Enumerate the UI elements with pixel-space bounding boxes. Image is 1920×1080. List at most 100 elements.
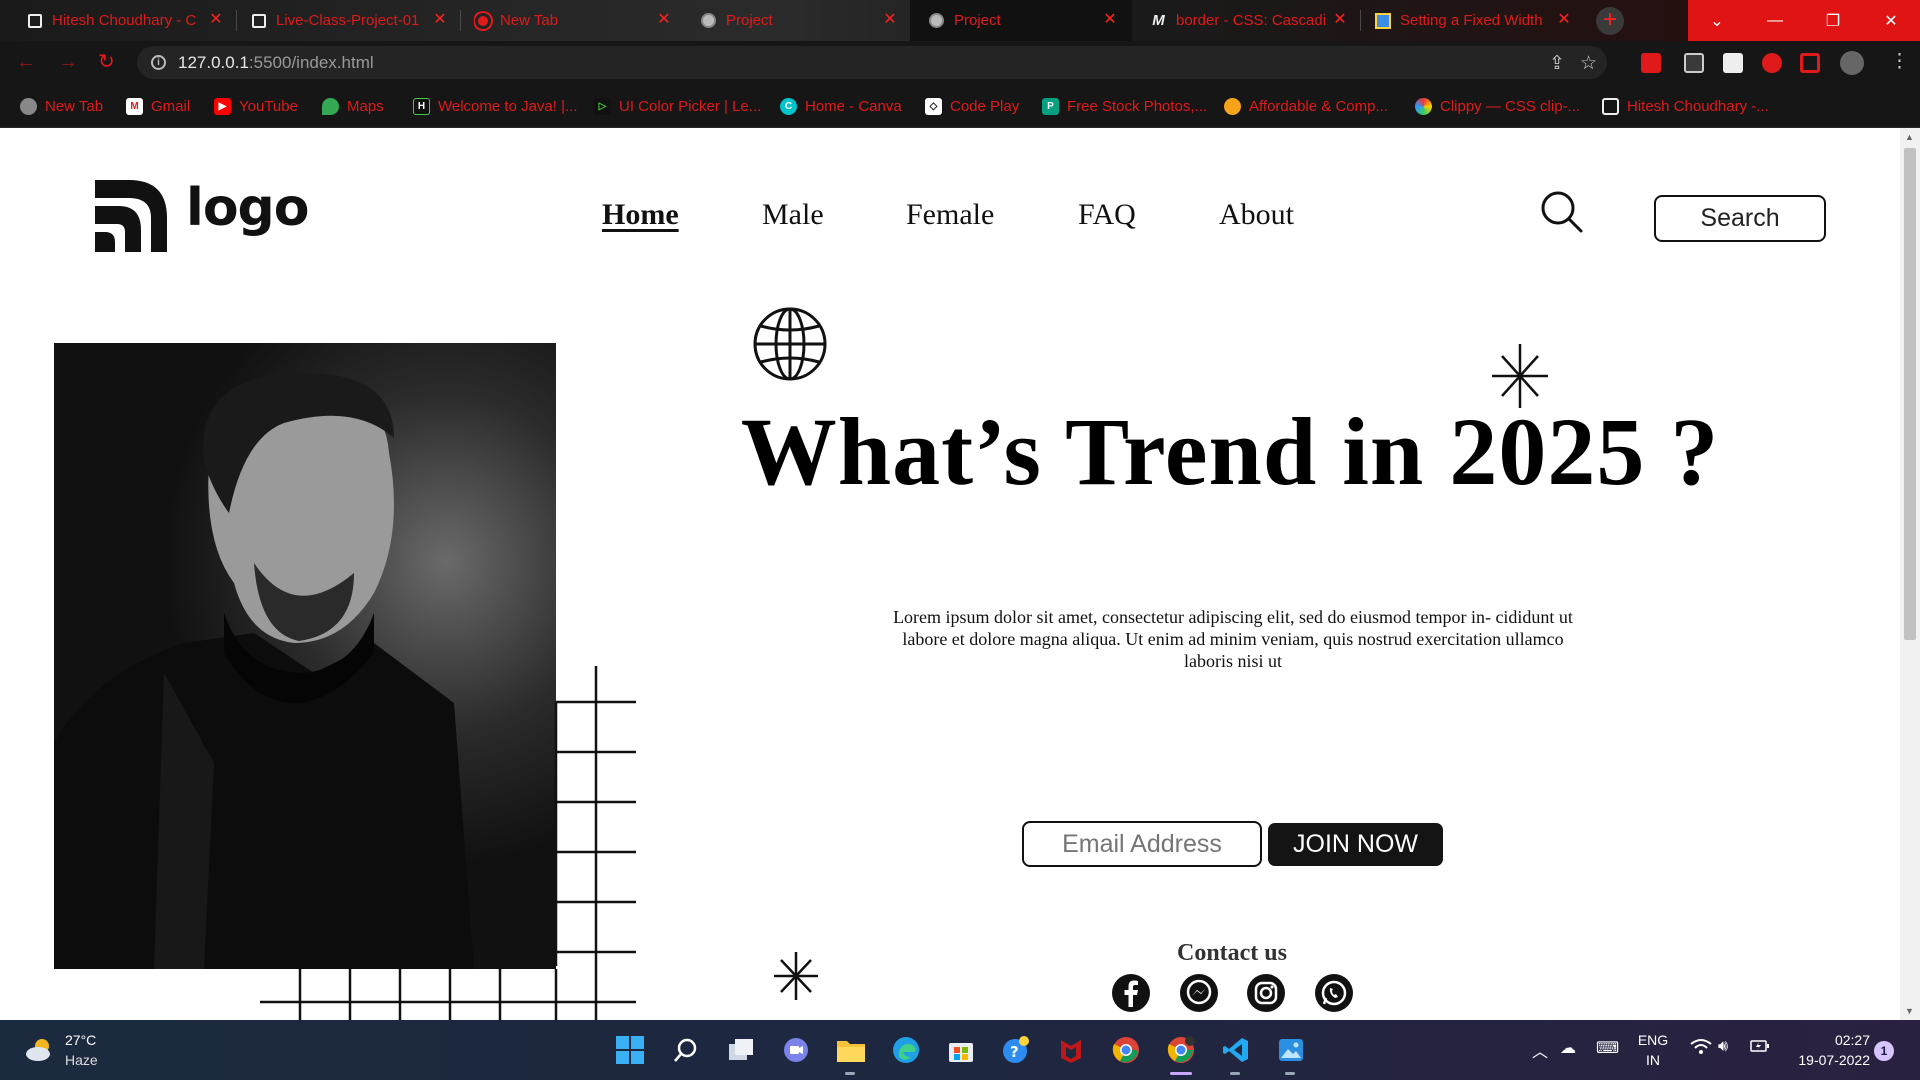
tab-search-button[interactable]: ⌄ <box>1688 0 1746 41</box>
messenger-icon[interactable] <box>1180 974 1218 1012</box>
email-field[interactable] <box>1022 821 1262 867</box>
minimize-button[interactable]: — <box>1746 0 1804 41</box>
bookmark-color-picker[interactable]: ▷ UI Color Picker | Le... <box>594 96 761 116</box>
keyboard-icon[interactable]: ⌨ <box>1596 1038 1619 1058</box>
clock-time[interactable]: 02:27 <box>1780 1032 1870 1048</box>
instagram-icon[interactable] <box>1247 974 1285 1012</box>
share-icon[interactable]: ⇪ <box>1549 52 1565 75</box>
tab-7[interactable]: Setting a Fixed Width ✕ <box>1374 0 1574 41</box>
logo-text[interactable]: logo <box>186 178 309 238</box>
nav-home[interactable]: Home <box>602 198 679 232</box>
input-region[interactable]: IN <box>1637 1052 1669 1068</box>
clock-date[interactable]: 19-07-2022 <box>1780 1052 1870 1068</box>
wifi-icon[interactable] <box>1690 1038 1712 1061</box>
bookmark-code-play[interactable]: ◇ Code Play <box>925 96 1019 116</box>
close-icon[interactable]: ✕ <box>430 10 450 30</box>
join-now-button[interactable]: JOIN NOW <box>1268 823 1443 866</box>
reload-icon[interactable]: ↻ <box>98 51 115 73</box>
search-icon[interactable] <box>670 1034 702 1066</box>
chrome-icon[interactable] <box>1110 1034 1142 1066</box>
star-icon[interactable]: ☆ <box>1580 52 1597 75</box>
site-info-icon[interactable]: i <box>151 55 166 70</box>
start-icon[interactable] <box>614 1034 646 1066</box>
bookmark-gmail[interactable]: M Gmail <box>126 96 190 116</box>
profile-avatar[interactable] <box>1840 51 1864 75</box>
bookmark-label: New Tab <box>45 97 104 115</box>
tab-6[interactable]: M border - CSS: Cascadi ✕ <box>1150 0 1350 41</box>
close-icon[interactable]: ✕ <box>880 10 900 30</box>
tab-3[interactable]: New Tab ✕ <box>474 0 674 41</box>
help-icon[interactable]: ? <box>1000 1034 1032 1066</box>
close-icon[interactable]: ✕ <box>1554 10 1574 30</box>
bookmark-new-tab[interactable]: New Tab <box>20 96 103 116</box>
scroll-up-icon[interactable]: ▲ <box>1905 132 1914 142</box>
tab-title: border - CSS: Cascadi <box>1176 12 1326 29</box>
bookmark-hitesh[interactable]: Hitesh Choudhary -... <box>1602 96 1769 116</box>
mcafee-icon[interactable] <box>1055 1034 1087 1066</box>
bookmark-java[interactable]: H Welcome to Java! |... <box>413 96 578 116</box>
weather-haze-icon[interactable] <box>24 1036 56 1064</box>
tab-4[interactable]: Project ✕ <box>700 0 900 41</box>
menu-icon[interactable]: ⋮ <box>1890 50 1909 73</box>
extensions-puzzle-icon[interactable] <box>1762 53 1782 73</box>
search-button[interactable]: Search <box>1654 195 1826 242</box>
running-indicator <box>1285 1072 1295 1075</box>
store-icon[interactable] <box>945 1034 977 1066</box>
bookmark-maps[interactable]: Maps <box>322 96 384 116</box>
bookmark-affordable[interactable]: Affordable & Comp... <box>1224 96 1388 116</box>
extension-window-icon[interactable] <box>1723 53 1743 73</box>
url-path: :5500/index.html <box>248 53 374 72</box>
weather-condition[interactable]: Haze <box>65 1052 98 1068</box>
tab-1[interactable]: Hitesh Choudhary - C ✕ <box>26 0 226 41</box>
whatsapp-icon[interactable] <box>1315 974 1353 1012</box>
volume-icon[interactable]: 🔊︎ <box>1718 1038 1728 1056</box>
browser-toolbar: ← → ↻ i 127.0.0.1:5500/index.html ⇪ ☆ ⋮ <box>0 41 1920 84</box>
teams-chat-icon[interactable] <box>780 1034 812 1066</box>
new-tab-button[interactable]: + <box>1596 7 1624 35</box>
page-icon <box>26 12 43 29</box>
close-window-button[interactable]: ✕ <box>1862 0 1920 41</box>
address-bar[interactable]: i 127.0.0.1:5500/index.html ⇪ ☆ <box>137 46 1607 79</box>
nav-faq[interactable]: FAQ <box>1078 198 1136 232</box>
close-icon[interactable]: ✕ <box>206 10 226 30</box>
tab-2[interactable]: Live-Class-Project-01 ✕ <box>250 0 450 41</box>
bookmark-canva[interactable]: C Home - Canva <box>780 96 902 116</box>
weather-temperature[interactable]: 27°C <box>65 1032 96 1048</box>
close-icon[interactable]: ✕ <box>1330 10 1350 30</box>
tab-separator <box>236 10 237 31</box>
chrome-profile-icon[interactable] <box>1165 1034 1197 1066</box>
contact-heading: Contact us <box>1176 940 1287 966</box>
nav-female[interactable]: Female <box>906 198 994 232</box>
bookmark-youtube[interactable]: ▶ YouTube <box>214 96 298 116</box>
page-scrollbar[interactable]: ▲ ▼ <box>1900 128 1920 1020</box>
input-language[interactable]: ENG <box>1637 1032 1669 1048</box>
nav-male[interactable]: Male <box>762 198 824 232</box>
bookmark-label: Code Play <box>950 97 1020 115</box>
search-icon[interactable] <box>1540 190 1584 234</box>
forward-icon[interactable]: → <box>58 51 78 73</box>
file-explorer-icon[interactable] <box>835 1034 867 1066</box>
battery-icon[interactable] <box>1750 1038 1770 1059</box>
bookmark-clippy[interactable]: Clippy — CSS clip-... <box>1415 96 1580 116</box>
facebook-icon[interactable] <box>1112 974 1150 1012</box>
onedrive-icon[interactable]: ☁ <box>1560 1038 1576 1058</box>
notification-badge[interactable]: 1 <box>1874 1041 1894 1061</box>
close-icon[interactable]: ✕ <box>1100 10 1120 30</box>
nav-about[interactable]: About <box>1219 198 1294 232</box>
extension-picker-icon[interactable] <box>1684 53 1704 73</box>
chevron-up-icon[interactable]: ︿ <box>1532 1038 1548 1062</box>
tab-5-active[interactable]: Project ✕ <box>910 0 1132 41</box>
scrollbar-thumb[interactable] <box>1904 148 1916 640</box>
bookmark-stock-photos[interactable]: P Free Stock Photos,... <box>1042 96 1207 116</box>
photos-icon[interactable] <box>1275 1034 1307 1066</box>
edge-icon[interactable] <box>890 1034 922 1066</box>
task-view-icon[interactable] <box>725 1034 757 1066</box>
vscode-icon[interactable] <box>1220 1034 1252 1066</box>
restore-button[interactable]: ❐ <box>1804 0 1862 41</box>
back-icon[interactable]: ← <box>16 51 36 73</box>
sidebar-icon[interactable] <box>1800 53 1820 73</box>
extension-pocket-icon[interactable] <box>1641 53 1661 73</box>
scroll-down-icon[interactable]: ▼ <box>1905 1006 1914 1016</box>
close-icon[interactable]: ✕ <box>654 10 674 30</box>
logo-icon[interactable] <box>95 180 167 252</box>
